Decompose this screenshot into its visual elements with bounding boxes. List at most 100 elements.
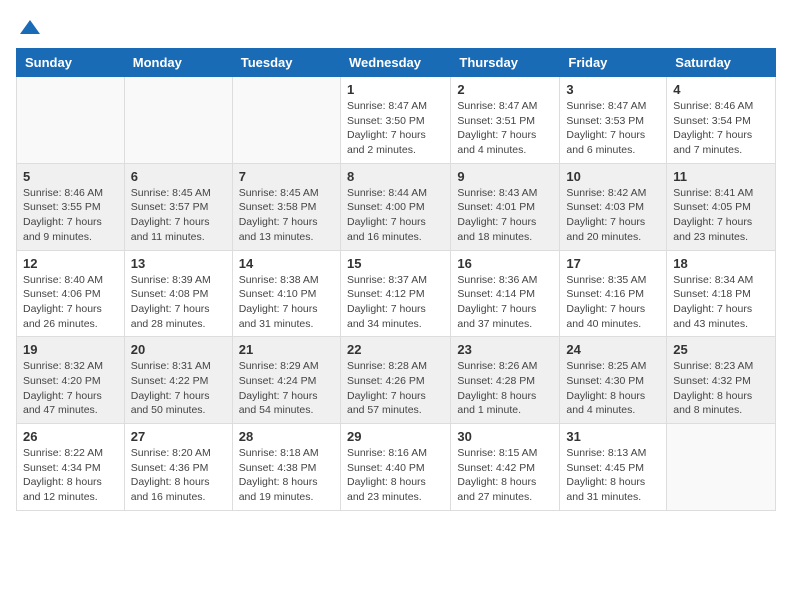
day-info: Sunrise: 8:38 AM Sunset: 4:10 PM Dayligh… (239, 273, 334, 332)
calendar-cell: 21Sunrise: 8:29 AM Sunset: 4:24 PM Dayli… (232, 337, 340, 424)
day-info: Sunrise: 8:46 AM Sunset: 3:55 PM Dayligh… (23, 186, 118, 245)
day-info: Sunrise: 8:18 AM Sunset: 4:38 PM Dayligh… (239, 446, 334, 505)
calendar-cell: 26Sunrise: 8:22 AM Sunset: 4:34 PM Dayli… (17, 424, 125, 511)
day-number: 25 (673, 342, 769, 357)
day-info: Sunrise: 8:36 AM Sunset: 4:14 PM Dayligh… (457, 273, 553, 332)
day-info: Sunrise: 8:37 AM Sunset: 4:12 PM Dayligh… (347, 273, 444, 332)
day-number: 1 (347, 82, 444, 97)
day-number: 7 (239, 169, 334, 184)
calendar-week-row: 19Sunrise: 8:32 AM Sunset: 4:20 PM Dayli… (17, 337, 776, 424)
calendar-table: SundayMondayTuesdayWednesdayThursdayFrid… (16, 48, 776, 511)
day-number: 5 (23, 169, 118, 184)
day-number: 18 (673, 256, 769, 271)
day-number: 15 (347, 256, 444, 271)
weekday-header-saturday: Saturday (667, 49, 776, 77)
day-info: Sunrise: 8:47 AM Sunset: 3:50 PM Dayligh… (347, 99, 444, 158)
day-number: 20 (131, 342, 226, 357)
calendar-cell: 13 Sunrise: 8:39 AM Sunset: 4:08 PM Dayli… (124, 250, 232, 337)
page-container: SundayMondayTuesdayWednesdayThursdayFrid… (16, 16, 776, 511)
day-number: 14 (239, 256, 334, 271)
calendar-cell: 24Sunrise: 8:25 AM Sunset: 4:30 PM Dayli… (560, 337, 667, 424)
day-number: 2 (457, 82, 553, 97)
calendar-cell: 1 Sunrise: 8:47 AM Sunset: 3:50 PM Daylig… (340, 77, 450, 164)
day-number: 28 (239, 429, 334, 444)
weekday-header-wednesday: Wednesday (340, 49, 450, 77)
calendar-cell: 31 Sunrise: 8:13 AM Sunset: 4:45 PM Dayli… (560, 424, 667, 511)
day-info: Sunrise: 8:44 AM Sunset: 4:00 PM Dayligh… (347, 186, 444, 245)
calendar-cell: 3 Sunrise: 8:47 AM Sunset: 3:53 PM Daylig… (560, 77, 667, 164)
day-info: Sunrise: 8:32 AM Sunset: 4:20 PM Dayligh… (23, 359, 118, 418)
weekday-header-sunday: Sunday (17, 49, 125, 77)
calendar-cell: 12 Sunrise: 8:40 AM Sunset: 4:06 PM Dayli… (17, 250, 125, 337)
day-info: Sunrise: 8:31 AM Sunset: 4:22 PM Dayligh… (131, 359, 226, 418)
day-info: Sunrise: 8:40 AM Sunset: 4:06 PM Dayligh… (23, 273, 118, 332)
day-number: 23 (457, 342, 553, 357)
day-number: 9 (457, 169, 553, 184)
calendar-cell: 7 Sunrise: 8:45 AM Sunset: 3:58 PM Daylig… (232, 163, 340, 250)
day-number: 6 (131, 169, 226, 184)
calendar-cell: 23Sunrise: 8:26 AM Sunset: 4:28 PM Dayli… (451, 337, 560, 424)
calendar-cell: 29Sunrise: 8:16 AM Sunset: 4:40 PM Dayli… (340, 424, 450, 511)
day-info: Sunrise: 8:29 AM Sunset: 4:24 PM Dayligh… (239, 359, 334, 418)
day-info: Sunrise: 8:34 AM Sunset: 4:18 PM Dayligh… (673, 273, 769, 332)
day-info: Sunrise: 8:39 AM Sunset: 4:08 PM Dayligh… (131, 273, 226, 332)
day-number: 12 (23, 256, 118, 271)
day-info: Sunrise: 8:23 AM Sunset: 4:32 PM Dayligh… (673, 359, 769, 418)
calendar-cell: 17 Sunrise: 8:35 AM Sunset: 4:16 PM Dayli… (560, 250, 667, 337)
day-number: 27 (131, 429, 226, 444)
day-info: Sunrise: 8:25 AM Sunset: 4:30 PM Dayligh… (566, 359, 660, 418)
calendar-cell: 18 Sunrise: 8:34 AM Sunset: 4:18 PM Dayli… (667, 250, 776, 337)
calendar-cell: 2 Sunrise: 8:47 AM Sunset: 3:51 PM Daylig… (451, 77, 560, 164)
calendar-cell: 22Sunrise: 8:28 AM Sunset: 4:26 PM Dayli… (340, 337, 450, 424)
day-number: 3 (566, 82, 660, 97)
header (16, 16, 776, 36)
calendar-cell (124, 77, 232, 164)
calendar-cell: 4Sunrise: 8:46 AM Sunset: 3:54 PM Daylig… (667, 77, 776, 164)
day-info: Sunrise: 8:45 AM Sunset: 3:58 PM Dayligh… (239, 186, 334, 245)
calendar-cell: 11Sunrise: 8:41 AM Sunset: 4:05 PM Dayli… (667, 163, 776, 250)
calendar-cell (17, 77, 125, 164)
calendar-cell: 28 Sunrise: 8:18 AM Sunset: 4:38 PM Dayli… (232, 424, 340, 511)
calendar-cell (667, 424, 776, 511)
calendar-cell: 14 Sunrise: 8:38 AM Sunset: 4:10 PM Dayli… (232, 250, 340, 337)
day-number: 22 (347, 342, 444, 357)
calendar-cell (232, 77, 340, 164)
day-number: 17 (566, 256, 660, 271)
calendar-body: 1 Sunrise: 8:47 AM Sunset: 3:50 PM Daylig… (17, 77, 776, 511)
day-info: Sunrise: 8:15 AM Sunset: 4:42 PM Dayligh… (457, 446, 553, 505)
day-number: 13 (131, 256, 226, 271)
day-info: Sunrise: 8:47 AM Sunset: 3:51 PM Dayligh… (457, 99, 553, 158)
day-number: 16 (457, 256, 553, 271)
calendar-week-row: 12 Sunrise: 8:40 AM Sunset: 4:06 PM Dayli… (17, 250, 776, 337)
day-number: 29 (347, 429, 444, 444)
day-info: Sunrise: 8:13 AM Sunset: 4:45 PM Dayligh… (566, 446, 660, 505)
day-number: 30 (457, 429, 553, 444)
calendar-cell: 16 Sunrise: 8:36 AM Sunset: 4:14 PM Dayli… (451, 250, 560, 337)
day-number: 26 (23, 429, 118, 444)
calendar-cell: 30 Sunrise: 8:15 AM Sunset: 4:42 PM Dayli… (451, 424, 560, 511)
calendar-cell: 6 Sunrise: 8:45 AM Sunset: 3:57 PM Daylig… (124, 163, 232, 250)
day-number: 31 (566, 429, 660, 444)
calendar-week-row: 26Sunrise: 8:22 AM Sunset: 4:34 PM Dayli… (17, 424, 776, 511)
calendar-cell: 25 Sunrise: 8:23 AM Sunset: 4:32 PM Dayli… (667, 337, 776, 424)
day-info: Sunrise: 8:45 AM Sunset: 3:57 PM Dayligh… (131, 186, 226, 245)
calendar-week-row: 1 Sunrise: 8:47 AM Sunset: 3:50 PM Daylig… (17, 77, 776, 164)
day-number: 10 (566, 169, 660, 184)
calendar-cell: 10 Sunrise: 8:42 AM Sunset: 4:03 PM Dayli… (560, 163, 667, 250)
day-info: Sunrise: 8:43 AM Sunset: 4:01 PM Dayligh… (457, 186, 553, 245)
weekday-header-row: SundayMondayTuesdayWednesdayThursdayFrid… (17, 49, 776, 77)
logo-icon (18, 16, 42, 40)
calendar-cell: 9 Sunrise: 8:43 AM Sunset: 4:01 PM Daylig… (451, 163, 560, 250)
day-info: Sunrise: 8:20 AM Sunset: 4:36 PM Dayligh… (131, 446, 226, 505)
calendar-cell: 27 Sunrise: 8:20 AM Sunset: 4:36 PM Dayli… (124, 424, 232, 511)
calendar-cell: 15 Sunrise: 8:37 AM Sunset: 4:12 PM Dayli… (340, 250, 450, 337)
day-info: Sunrise: 8:47 AM Sunset: 3:53 PM Dayligh… (566, 99, 660, 158)
day-number: 4 (673, 82, 769, 97)
calendar-cell: 20 Sunrise: 8:31 AM Sunset: 4:22 PM Dayli… (124, 337, 232, 424)
calendar-cell: 8Sunrise: 8:44 AM Sunset: 4:00 PM Daylig… (340, 163, 450, 250)
calendar-cell: 19Sunrise: 8:32 AM Sunset: 4:20 PM Dayli… (17, 337, 125, 424)
day-info: Sunrise: 8:35 AM Sunset: 4:16 PM Dayligh… (566, 273, 660, 332)
logo (16, 16, 42, 36)
calendar-week-row: 5 Sunrise: 8:46 AM Sunset: 3:55 PM Daylig… (17, 163, 776, 250)
day-info: Sunrise: 8:42 AM Sunset: 4:03 PM Dayligh… (566, 186, 660, 245)
